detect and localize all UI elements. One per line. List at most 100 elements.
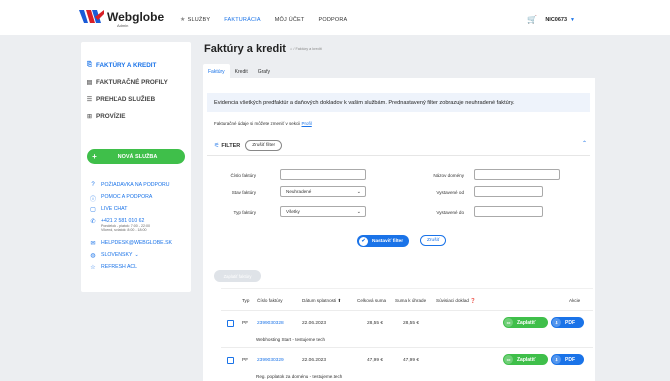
issued-to-input[interactable]	[474, 206, 543, 217]
nav-fakturacia[interactable]: FAKTURÁCIA	[224, 17, 261, 23]
chevron-down-icon: ▼	[570, 16, 575, 23]
nav-sluzby[interactable]: ★ SLUŽBY	[180, 16, 211, 24]
filter-label: FILTER	[221, 142, 241, 149]
invoice-number-input[interactable]	[280, 169, 366, 180]
sidebar-item-label: PROVÍZIE	[96, 113, 126, 120]
brand-subtitle: Admin	[117, 23, 129, 28]
issued-from-input[interactable]	[474, 186, 543, 197]
col-related-label: Súvisiaci doklad	[436, 298, 469, 303]
email-link[interactable]: ✉ HELPDESK@WEBGLOBE.SK	[89, 240, 172, 252]
pay-button[interactable]: ▭ Zaplatiť	[503, 317, 548, 328]
nav-sluzby-label: SLUŽBY	[187, 16, 211, 23]
tab-kredit[interactable]: Kredit	[230, 69, 253, 78]
user-menu[interactable]: 🛒 NIC0673 ▼	[527, 15, 575, 24]
pay-label: Zaplatiť	[517, 356, 536, 363]
pay-button[interactable]: ▭ Zaplatiť	[503, 354, 548, 365]
cart-icon[interactable]: 🛒	[527, 15, 537, 24]
col-total: Celková suma	[357, 298, 387, 303]
invoice-number-label: Číslo faktúry	[230, 173, 256, 178]
filter-header: ⚟ FILTER Zrušiť filter	[214, 140, 283, 151]
pdf-label: PDF	[565, 356, 575, 363]
sliders-icon: ⚟	[214, 143, 220, 149]
help-circle-icon[interactable]: ❓	[470, 298, 476, 303]
row-type: PF	[242, 358, 249, 363]
sidebar-item-label: PREHĽAD SLUŽIEB	[96, 96, 156, 103]
sidebar-item-profily[interactable]: ▤ FAKTURAČNÉ PROFILY	[86, 74, 191, 91]
apply-filter-button[interactable]: ✔ Nastaviť filter	[357, 235, 410, 247]
card-icon: ▭	[504, 355, 513, 364]
help-link[interactable]: ⓘ POMOC A PODPORA	[89, 194, 172, 206]
table-header: Typ Číslo faktúry Dátum splatnosti ⬆ Cel…	[221, 298, 593, 308]
brand-name: Webglobe	[107, 10, 165, 24]
domain-name-label: Názov domény	[433, 173, 464, 178]
cancel-filter-button[interactable]: Zrušiť	[420, 235, 447, 246]
col-due[interactable]: Dátum splatnosti ⬆	[302, 298, 341, 304]
phone-hours-weekend: Víkend, sviatok: 8:00 - 18:00	[101, 228, 147, 232]
pay-label: Zaplatiť	[517, 319, 536, 326]
invoice-icon: ⎘	[87, 62, 92, 68]
main-nav: ★ SLUŽBY FAKTURÁCIA MÔJ ÚČET PODPORA	[180, 16, 361, 24]
invoice-type-select[interactable]: Všetky ⌄	[280, 206, 366, 217]
globe-icon: ◍	[90, 253, 96, 259]
clear-filter-button[interactable]: Zrušiť filter	[245, 140, 283, 151]
row-total: 28,55 €	[367, 321, 384, 326]
breadcrumb-label: / Faktúry a kredit	[293, 47, 322, 51]
row-due-date: 22.06.2023	[302, 358, 327, 363]
sidebar-item-provizie[interactable]: ⊞ PROVÍZIE	[86, 108, 191, 125]
invoices-panel: Evidencia všetkých predfaktúr a daňových…	[203, 78, 595, 381]
sidebar-item-faktury[interactable]: ⎘ FAKTÚRY A KREDIT	[86, 57, 191, 74]
invoice-status-select[interactable]: Neuhradené ⌄	[280, 186, 366, 197]
invoice-type-value: Všetky	[286, 209, 300, 214]
language-select[interactable]: ◍ SLOVENSKY ⌄	[89, 252, 172, 264]
row-due-date: 22.06.2023	[302, 321, 327, 326]
col-related: Súvisiaci doklad ❓	[436, 298, 476, 304]
issued-to-label: Vystavené do	[436, 210, 464, 215]
star-icon: ★	[180, 17, 186, 23]
invoice-status-value: Neuhradené	[286, 189, 312, 194]
divider	[207, 155, 590, 156]
phone-link[interactable]: ✆ +421 2 581 010 62 Pondelok - piatok: 7…	[89, 218, 172, 240]
page-title: Faktúry a kredit	[204, 43, 286, 55]
pdf-button[interactable]: ⇩ PDF	[551, 317, 584, 328]
live-chat-link[interactable]: ▢ LIVE CHAT	[89, 206, 172, 218]
chevron-up-icon[interactable]: ⌃	[582, 140, 587, 147]
table-row: PF 2399030329 22.06.2023 47,99 € 47,99 €…	[221, 348, 593, 381]
profile-link[interactable]: Profil	[302, 121, 312, 126]
refresh-acl-label: REFRESH ACL	[101, 264, 138, 270]
nav-moj-ucet[interactable]: MÔJ ÚČET	[275, 17, 305, 23]
domain-name-input[interactable]	[474, 169, 560, 180]
new-service-label: NOVÁ SLUŽBA	[117, 153, 158, 160]
col-number: Číslo faktúry	[257, 298, 283, 303]
sort-icon: ⬆	[337, 298, 342, 303]
profile-note: Fakturačné údaje si môžete zmeniť v sekc…	[214, 121, 312, 126]
question-icon: ?	[91, 182, 95, 188]
sidebar-item-label: FAKTÚRY A KREDIT	[96, 62, 157, 69]
new-service-button[interactable]: + NOVÁ SLUŽBA	[87, 149, 185, 164]
tab-faktury[interactable]: Faktúry	[203, 64, 230, 78]
pdf-button[interactable]: ⇩ PDF	[551, 354, 584, 365]
row-type: PF	[242, 321, 249, 326]
row-checkbox[interactable]	[227, 357, 234, 364]
nav-podpora[interactable]: PODPORA	[318, 17, 347, 23]
chevron-down-icon: ⌄	[356, 208, 361, 215]
support-request-link[interactable]: ? POŽIADAVKA NA PODPORU	[89, 182, 172, 194]
invoices-table: Typ Číslo faktúry Dátum splatnosti ⬆ Cel…	[221, 288, 593, 381]
row-description: Webhosting Start - testujeme tech	[256, 337, 326, 342]
mail-icon: ✉	[90, 241, 96, 247]
sidebar-item-prehlad[interactable]: ☰ PREHĽAD SLUŽIEB	[86, 91, 191, 108]
refresh-acl-link[interactable]: ☆ REFRESH ACL	[89, 264, 172, 276]
language-label: SLOVENSKY	[101, 252, 133, 258]
tab-grafy[interactable]: Grafy	[253, 69, 275, 78]
row-invoice-number[interactable]: 2399030328	[257, 321, 284, 326]
pay-invoices-button[interactable]: Zaplatiť faktúry	[214, 270, 261, 282]
col-to-pay: Suma k úhrade	[395, 298, 427, 303]
row-invoice-number[interactable]: 2399030329	[257, 358, 284, 363]
list-icon: ☰	[86, 97, 93, 103]
tabs: Faktúry Kredit Grafy	[203, 64, 275, 78]
row-checkbox[interactable]	[227, 320, 234, 327]
star-outline-icon: ☆	[90, 265, 96, 271]
apply-filter-label: Nastaviť filter	[372, 238, 404, 244]
home-icon[interactable]: ⌂	[290, 47, 292, 51]
plus-icon: +	[92, 152, 97, 161]
card-icon: ▭	[504, 318, 513, 327]
